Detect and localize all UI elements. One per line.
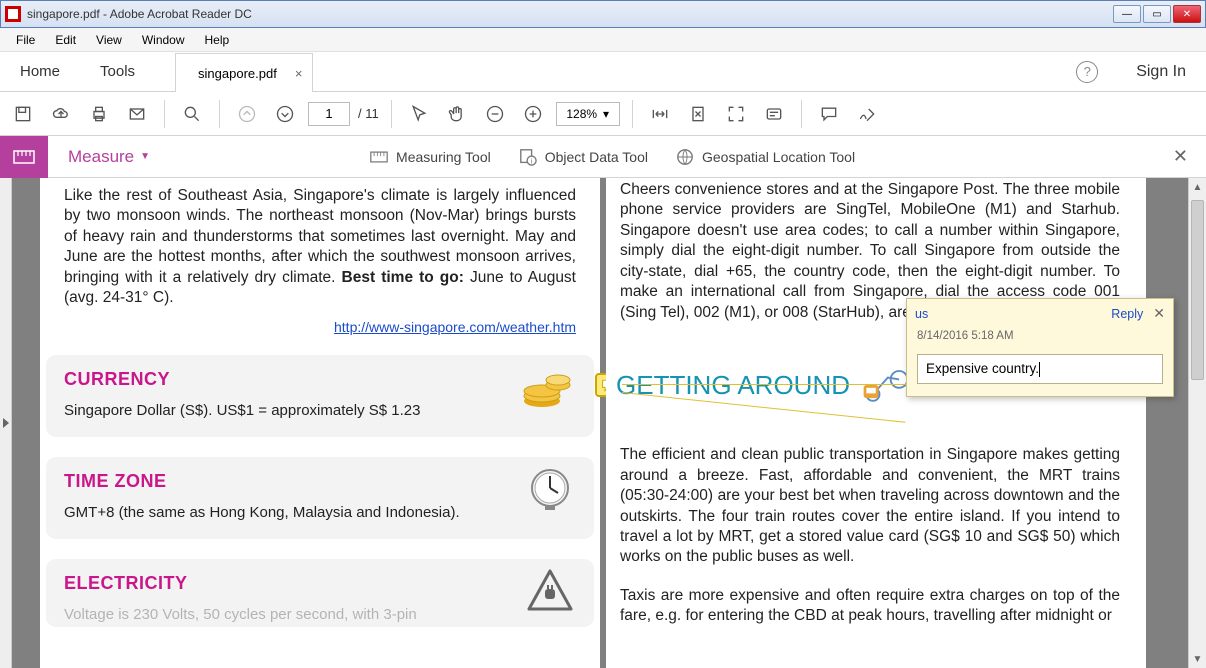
- cloud-upload-icon[interactable]: [46, 99, 76, 129]
- electricity-title: ELECTRICITY: [64, 573, 576, 594]
- menu-window[interactable]: Window: [132, 30, 195, 50]
- comment-text-input[interactable]: Expensive country.: [917, 354, 1163, 384]
- sign-in-link[interactable]: Sign In: [1116, 52, 1206, 91]
- measure-toolbar: Measure ▼ Measuring Tool i Object Data T…: [0, 136, 1206, 178]
- fit-page-icon[interactable]: [683, 99, 713, 129]
- document-workspace: Like the rest of Southeast Asia, Singapo…: [0, 178, 1206, 668]
- page-left: Like the rest of Southeast Asia, Singapo…: [40, 178, 600, 668]
- getting-around-title: GETTING AROUND: [606, 366, 850, 405]
- getting-around-p2: Taxis are more expensive and often requi…: [606, 586, 1146, 627]
- close-measure-bar[interactable]: ✕: [1173, 146, 1188, 167]
- measuring-tool-button[interactable]: Measuring Tool: [370, 148, 491, 166]
- currency-text: Singapore Dollar (S$). US$1 = approximat…: [64, 402, 576, 419]
- scroll-thumb[interactable]: [1191, 200, 1204, 380]
- navigation-pane-toggle[interactable]: [0, 178, 12, 668]
- page-down-icon[interactable]: [270, 99, 300, 129]
- save-icon[interactable]: [8, 99, 38, 129]
- clock-icon: [518, 463, 582, 513]
- page-view[interactable]: Like the rest of Southeast Asia, Singapo…: [12, 178, 1188, 668]
- geospatial-tool-button[interactable]: Geospatial Location Tool: [676, 148, 855, 166]
- chevron-down-icon: ▾: [603, 107, 609, 121]
- zoom-value: 128%: [566, 107, 597, 121]
- menu-help[interactable]: Help: [195, 30, 240, 50]
- coins-icon: [518, 361, 582, 411]
- measure-dropdown[interactable]: Measure ▼: [48, 147, 170, 167]
- read-mode-icon[interactable]: [759, 99, 789, 129]
- tab-document-label: singapore.pdf: [198, 66, 277, 81]
- close-button[interactable]: ✕: [1173, 5, 1201, 23]
- electricity-card: ELECTRICITY Voltage is 230 Volts, 50 cyc…: [46, 559, 594, 627]
- window-title: singapore.pdf - Adobe Acrobat Reader DC: [27, 7, 1113, 21]
- comment-close-icon[interactable]: ✕: [1153, 305, 1165, 322]
- main-toolbar: / 11 128% ▾: [0, 92, 1206, 136]
- menu-file[interactable]: File: [6, 30, 45, 50]
- tab-close-icon[interactable]: ×: [295, 66, 303, 81]
- object-data-tool-label: Object Data Tool: [545, 149, 648, 165]
- annotation-connector: [622, 384, 907, 385]
- zoom-select[interactable]: 128% ▾: [556, 102, 620, 126]
- menu-view[interactable]: View: [86, 30, 132, 50]
- comment-reply-link[interactable]: Reply: [1111, 307, 1143, 321]
- currency-card: CURRENCY Singapore Dollar (S$). US$1 = a…: [46, 355, 594, 437]
- vertical-scrollbar[interactable]: ▲ ▼: [1188, 178, 1206, 668]
- comment-popup[interactable]: us Reply ✕ 8/14/2016 5:18 AM Expensive c…: [906, 298, 1174, 397]
- measure-title-label: Measure: [68, 147, 134, 167]
- currency-title: CURRENCY: [64, 369, 576, 390]
- app-icon: [5, 6, 21, 22]
- menubar: File Edit View Window Help: [0, 28, 1206, 52]
- window-titlebar: singapore.pdf - Adobe Acrobat Reader DC …: [0, 0, 1206, 28]
- climate-paragraph: Like the rest of Southeast Asia, Singapo…: [40, 186, 600, 309]
- timezone-card: TIME ZONE GMT+8 (the same as Hong Kong, …: [46, 457, 594, 539]
- comment-icon[interactable]: [814, 99, 844, 129]
- help-icon[interactable]: ?: [1076, 61, 1098, 83]
- fit-width-icon[interactable]: [645, 99, 675, 129]
- scroll-down-icon[interactable]: ▼: [1189, 650, 1206, 668]
- page-total: / 11: [358, 106, 379, 121]
- tab-tools[interactable]: Tools: [80, 52, 155, 91]
- sign-icon[interactable]: [852, 99, 882, 129]
- email-icon[interactable]: [122, 99, 152, 129]
- app-tab-row: Home Tools singapore.pdf × ? Sign In: [0, 52, 1206, 92]
- geospatial-tool-label: Geospatial Location Tool: [702, 149, 855, 165]
- selection-arrow-icon[interactable]: [404, 99, 434, 129]
- getting-around-p1: The efficient and clean public transport…: [606, 445, 1146, 568]
- zoom-out-icon[interactable]: [480, 99, 510, 129]
- scroll-up-icon[interactable]: ▲: [1189, 178, 1206, 196]
- page-number-input[interactable]: [308, 102, 350, 126]
- comment-date: 8/14/2016 5:18 AM: [907, 328, 1173, 348]
- timezone-title: TIME ZONE: [64, 471, 576, 492]
- page-up-icon[interactable]: [232, 99, 262, 129]
- maximize-button[interactable]: ▭: [1143, 5, 1171, 23]
- caret-down-icon: ▼: [140, 151, 150, 162]
- measuring-tool-label: Measuring Tool: [396, 149, 491, 165]
- search-icon[interactable]: [177, 99, 207, 129]
- hand-tool-icon[interactable]: [442, 99, 472, 129]
- zoom-in-icon[interactable]: [518, 99, 548, 129]
- plug-warning-icon: [518, 565, 582, 615]
- weather-link[interactable]: http://www-singapore.com/weather.htm: [40, 309, 600, 335]
- minimize-button[interactable]: —: [1113, 5, 1141, 23]
- measure-badge-icon[interactable]: [0, 136, 48, 178]
- electricity-text: Voltage is 230 Volts, 50 cycles per seco…: [64, 606, 576, 623]
- object-data-tool-button[interactable]: i Object Data Tool: [519, 148, 648, 166]
- triangle-right-icon: [3, 418, 9, 428]
- print-icon[interactable]: [84, 99, 114, 129]
- page-right: Cheers convenience stores and at the Sin…: [606, 178, 1146, 668]
- tab-home[interactable]: Home: [0, 52, 80, 91]
- timezone-text: GMT+8 (the same as Hong Kong, Malaysia a…: [64, 504, 576, 521]
- tab-document[interactable]: singapore.pdf ×: [175, 53, 313, 92]
- fullscreen-icon[interactable]: [721, 99, 751, 129]
- menu-edit[interactable]: Edit: [45, 30, 86, 50]
- comment-author: us: [915, 307, 928, 321]
